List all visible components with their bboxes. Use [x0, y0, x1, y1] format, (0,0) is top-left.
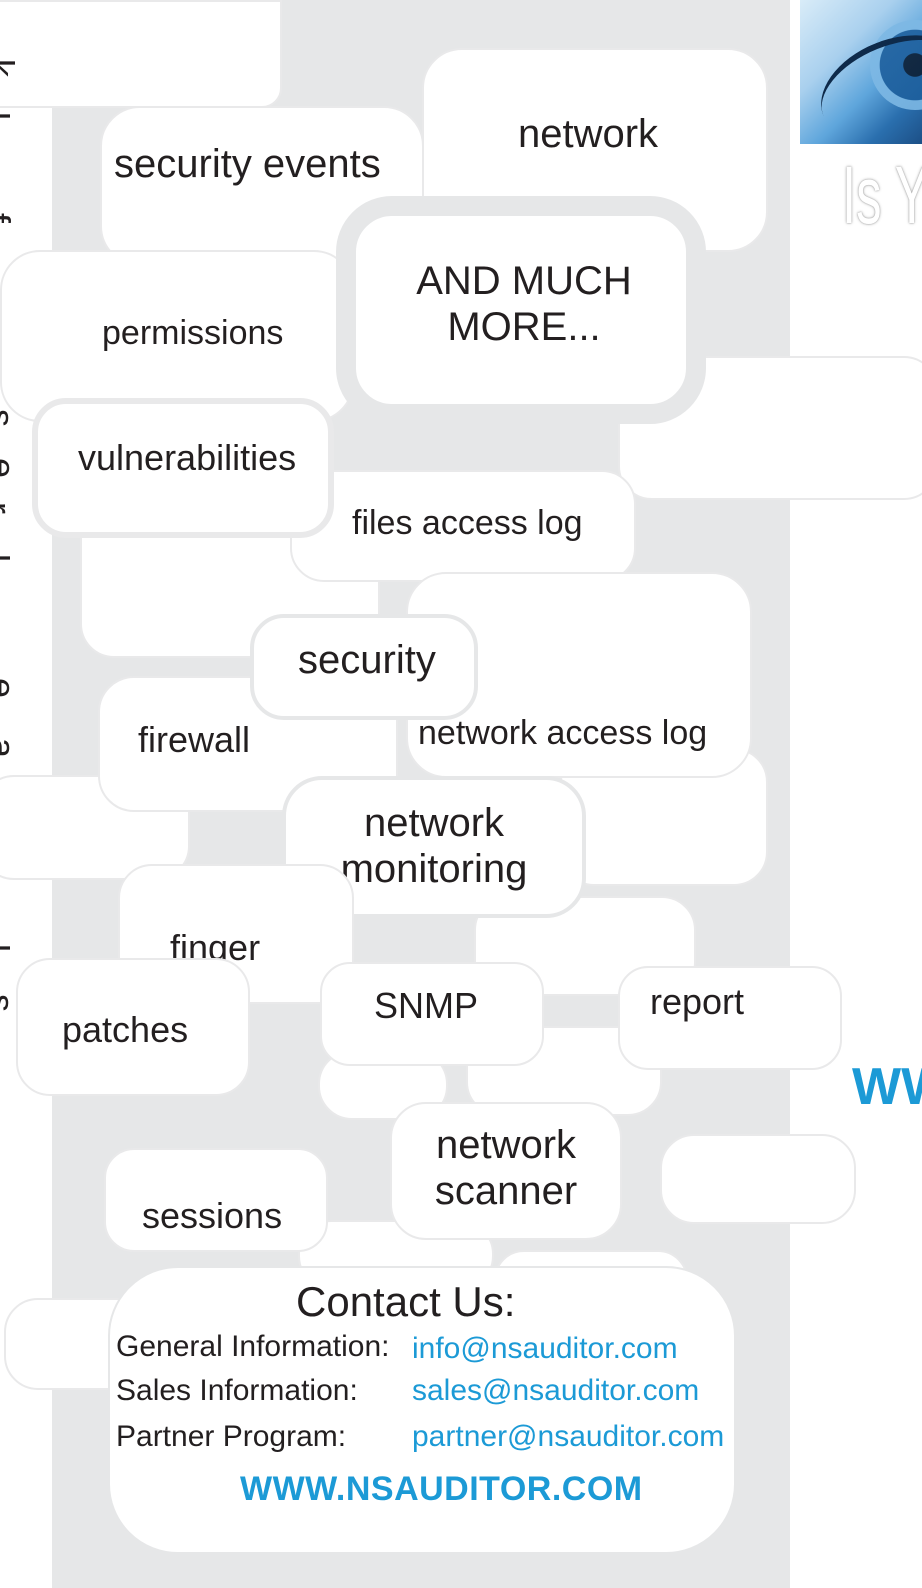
label-network-monitoring: network monitoring	[340, 801, 528, 892]
label-network-access-log: network access log	[418, 714, 708, 752]
contact-row-partner: Partner Program:	[116, 1420, 346, 1454]
label-sessions: sessions	[142, 1195, 283, 1236]
headline-fragment: Is Y	[842, 150, 922, 241]
bubble-blank	[660, 1134, 856, 1224]
url-fragment: WW	[852, 1058, 922, 1116]
eyelid-shape	[805, 15, 922, 144]
contact-label: Sales Information:	[116, 1374, 358, 1407]
label-network: network	[518, 112, 659, 156]
contact-label: General Information:	[116, 1330, 390, 1363]
label-report: report	[650, 981, 745, 1022]
label-vulnerabilities: vulnerabilities	[78, 437, 297, 478]
label-files-access-log: files access log	[352, 504, 583, 542]
label-snmp: SNMP	[374, 985, 479, 1026]
left-column-block	[0, 0, 282, 108]
email-link-sales[interactable]: sales@nsauditor.com	[412, 1374, 699, 1408]
label-security: security	[298, 638, 436, 682]
label-security-events: security events	[114, 142, 381, 186]
eye-image	[800, 0, 922, 144]
email-link-partner[interactable]: partner@nsauditor.com	[412, 1420, 724, 1454]
label-permissions: permissions	[102, 314, 284, 352]
email-link-info[interactable]: info@nsauditor.com	[412, 1332, 678, 1366]
contact-row-sales: Sales Information:	[116, 1374, 358, 1408]
website-link[interactable]: WWW.NSAUDITOR.COM	[240, 1470, 643, 1508]
label-and-much-more: AND MUCH MORE...	[416, 259, 632, 350]
contact-label: Partner Program:	[116, 1420, 347, 1453]
contact-title: Contact Us:	[296, 1278, 516, 1325]
label-network-scanner: network scanner	[434, 1123, 578, 1214]
label-firewall: firewall	[138, 719, 251, 760]
contact-row-general: General Information:	[116, 1330, 389, 1364]
label-patches: patches	[62, 1009, 189, 1050]
